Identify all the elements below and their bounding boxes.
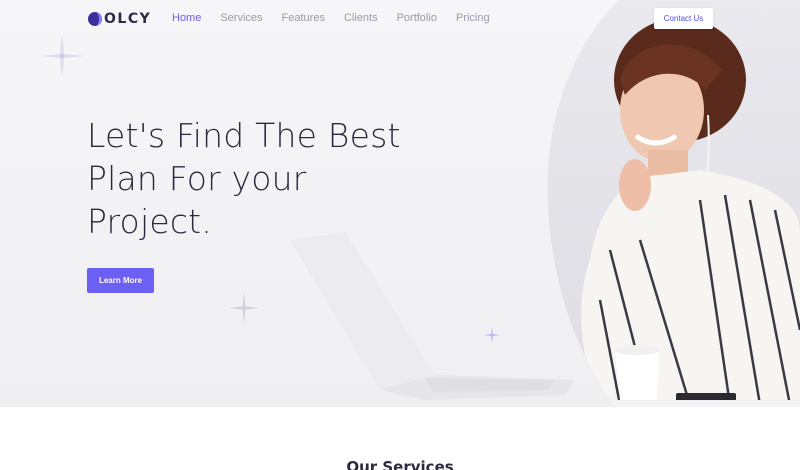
nav-link-portfolio[interactable]: Portfolio: [397, 12, 437, 24]
logo-mark-icon: [88, 12, 102, 26]
nav-link-features[interactable]: Features: [282, 12, 325, 24]
contact-us-button[interactable]: Contact Us: [654, 8, 713, 29]
nav-link-pricing[interactable]: Pricing: [456, 12, 490, 24]
nav-link-services[interactable]: Services: [220, 12, 262, 24]
headline-line: Let's Find The Best: [87, 116, 401, 155]
nav-link-home[interactable]: Home: [172, 12, 201, 24]
logo-text: OLCY: [104, 11, 152, 27]
services-section-title: Our Services: [346, 458, 454, 470]
hero-headline: Let's Find The Best Plan For your Projec…: [87, 114, 467, 243]
brand-logo[interactable]: OLCY: [87, 10, 151, 28]
top-navbar: OLCY Home Services Features Clients Port…: [0, 0, 800, 38]
nav-links: Home Services Features Clients Portfolio…: [172, 12, 509, 24]
nav-link-clients[interactable]: Clients: [344, 12, 378, 24]
headline-line: Plan For your: [87, 159, 307, 198]
headline-line: Project.: [87, 202, 212, 241]
learn-more-button[interactable]: Learn More: [87, 268, 154, 293]
